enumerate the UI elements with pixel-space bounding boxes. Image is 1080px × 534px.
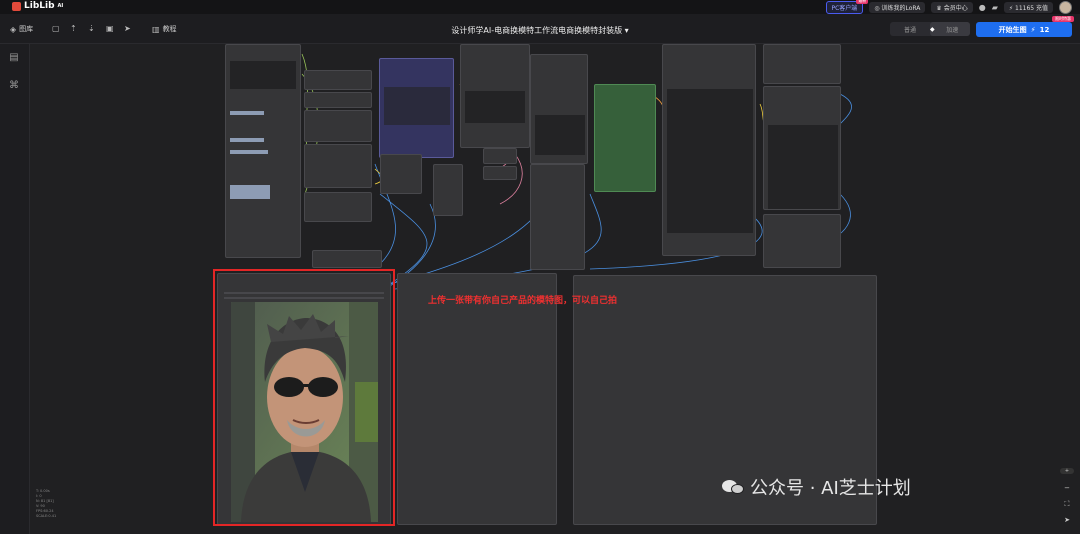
- preview-image-node[interactable]: [397, 273, 557, 525]
- top-bar: LibLib AI PC客户端 最新 ◎ 训练我的LoRA ♛ 会员中心 ● ▰…: [0, 0, 1080, 14]
- generate-button[interactable]: 开始生图 ⚡ 12 限时特惠: [976, 16, 1074, 37]
- watermark: 公众号 · AI芝士计划: [722, 474, 911, 500]
- workflow-node[interactable]: [763, 86, 841, 210]
- workflow-node[interactable]: [312, 250, 382, 268]
- mode-fast-option[interactable]: ◆ 加速: [930, 22, 970, 36]
- node-field: [230, 61, 296, 89]
- logo-icon: [12, 1, 21, 11]
- top-right-actions: PC客户端 最新 ◎ 训练我的LoRA ♛ 会员中心 ● ▰ ⚡ 11165 充…: [825, 0, 1072, 14]
- member-center-label: 会员中心: [943, 5, 968, 12]
- workflow-node-group[interactable]: [379, 58, 454, 158]
- node-tree-icon[interactable]: ⌘: [8, 80, 20, 92]
- folder-icon[interactable]: ▰: [992, 3, 998, 12]
- workflow-title-text: 设计师学AI-电商换模特工作流电商换模特封装版: [451, 26, 623, 35]
- node-field: [384, 87, 450, 125]
- workflow-node[interactable]: [530, 164, 585, 270]
- mode-fast-label: 加速: [946, 26, 959, 34]
- workflow-node[interactable]: [304, 92, 372, 108]
- upload-highlight-box: [213, 269, 395, 526]
- workflow-node[interactable]: [483, 166, 517, 180]
- canvas-stats: T: 0.00s I: 0 N: 81 [81] V: 90 FPS:60.24…: [36, 489, 56, 519]
- pc-client-label: PC客户端: [831, 5, 858, 12]
- workflow-node[interactable]: [304, 144, 372, 188]
- workflow-node[interactable]: [304, 192, 372, 222]
- workflow-node[interactable]: [380, 154, 422, 194]
- node-field: [230, 138, 264, 142]
- credits-label: 11165 充值: [1015, 5, 1048, 12]
- workflow-node[interactable]: [662, 44, 756, 256]
- workflow-node[interactable]: [460, 44, 530, 148]
- stat-line: SCALE:0.41: [36, 514, 57, 518]
- workflow-node[interactable]: [433, 164, 463, 216]
- credits-button[interactable]: ⚡ 11165 充值: [1003, 2, 1053, 13]
- node-field: [768, 125, 838, 209]
- node-field: [535, 115, 585, 155]
- speed-mode-toggle[interactable]: 普通 ◆ 加速: [890, 22, 970, 36]
- node-field: [667, 89, 753, 233]
- logo-sup: AI: [57, 3, 64, 9]
- wechat-icon: [722, 478, 744, 496]
- mode-normal-option[interactable]: 普通: [890, 22, 930, 36]
- workflow-node[interactable]: [483, 148, 517, 164]
- workflow-node-group[interactable]: [594, 84, 656, 192]
- notification-bell-icon[interactable]: ●: [979, 3, 986, 12]
- zoom-in-button[interactable]: +: [1060, 468, 1074, 474]
- train-lora-button[interactable]: ◎ 训练我的LoRA: [869, 2, 926, 13]
- send-icon[interactable]: ➤: [1060, 516, 1074, 524]
- generate-promo-tag: 限时特惠: [1052, 16, 1074, 22]
- pc-client-button[interactable]: PC客户端 最新: [825, 0, 869, 14]
- train-lora-label: 训练我的LoRA: [881, 5, 921, 12]
- workflow-node[interactable]: [304, 110, 372, 142]
- liblib-logo[interactable]: LibLib AI: [12, 1, 63, 11]
- workflow-node[interactable]: [763, 214, 841, 268]
- node-field: [230, 111, 264, 115]
- workflow-node[interactable]: [530, 54, 588, 164]
- workflow-node[interactable]: [763, 44, 841, 84]
- generate-count: 12: [1039, 25, 1050, 34]
- fit-view-icon[interactable]: ⛶: [1060, 500, 1074, 509]
- node-field: [230, 185, 270, 199]
- node-field: [230, 150, 268, 154]
- logo-text: LibLib: [24, 1, 55, 11]
- member-center-button[interactable]: ♛ 会员中心: [931, 2, 973, 13]
- avatar[interactable]: [1059, 1, 1072, 14]
- workflow-node[interactable]: [225, 44, 301, 258]
- lightning-icon: ⚡: [1030, 25, 1036, 34]
- upload-instruction-note: 上传一张带有你自己产品的模特图，可以自己拍: [428, 296, 618, 306]
- generate-label: 开始生图: [998, 25, 1027, 34]
- toolbar: ◈ 图库 ▢ ⇡ ⇣ ▣ ➤ ▥ 教程 设计师学AI-电商换模特工作流电商换模特…: [0, 14, 1080, 44]
- node-field: [465, 91, 525, 123]
- pc-client-badge: 最新: [856, 0, 869, 4]
- workflow-canvas[interactable]: 上传一张带有你自己产品的模特图，可以自己拍 T: 0.00s I: 0 N: 8…: [30, 44, 1080, 534]
- document-icon[interactable]: ▤: [8, 52, 20, 64]
- workflow-node[interactable]: [304, 70, 372, 90]
- zoom-out-icon[interactable]: −: [1060, 484, 1074, 492]
- left-sidebar: ▤ ⌘: [0, 44, 30, 534]
- watermark-text: 公众号 · AI芝士计划: [750, 478, 911, 499]
- chevron-down-icon: ▾: [624, 26, 629, 35]
